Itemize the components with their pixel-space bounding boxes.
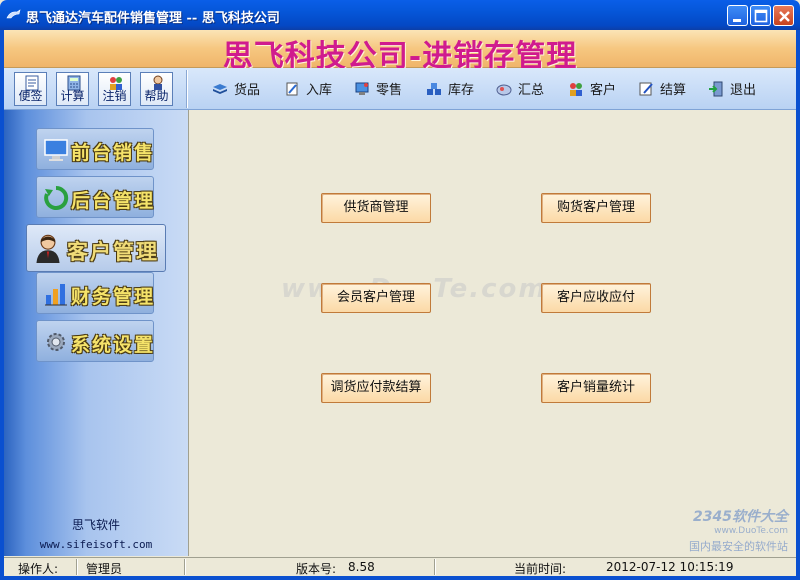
sidebar-item-label: 系统设置	[71, 334, 156, 356]
nav-goods-label: 货品	[234, 83, 261, 98]
gear-icon	[47, 333, 65, 351]
summary-icon	[496, 84, 512, 96]
nav-customer[interactable]: 客户	[568, 79, 616, 99]
status-divider	[76, 559, 78, 575]
nav-settlement-label: 结算	[660, 83, 687, 98]
book-icon	[213, 84, 227, 94]
monitor-icon	[44, 139, 68, 161]
retail-icon	[355, 82, 369, 95]
stock-in-icon	[286, 82, 298, 96]
calculator-button[interactable]: 计算	[56, 72, 89, 106]
corner-watermark-slogan: 国内最安全的软件站	[689, 540, 788, 553]
sidebar: 前台销售 后台管理 客户管理 财务管理 系统设置 思飞软件 www.sifeis…	[4, 110, 188, 556]
minimize-button[interactable]	[727, 5, 748, 26]
customer-receivable-payable-button[interactable]: 客户应收应付	[541, 283, 651, 313]
maximize-icon	[754, 9, 768, 23]
window-frame-right	[796, 30, 800, 580]
nav-stock-in-label: 入库	[306, 83, 333, 98]
version-label: 版本号:	[296, 562, 337, 576]
status-divider	[184, 559, 186, 575]
banner: 思飞科技公司-进销存管理	[4, 30, 796, 74]
version-value: 8.58	[348, 560, 375, 574]
sidebar-item-label: 财务管理	[71, 286, 156, 308]
window-title: 思飞通达汽车配件销售管理 -- 思飞科技公司	[26, 11, 280, 26]
sidebar-item-label: 客户管理	[67, 239, 159, 264]
toolbar-separator	[186, 70, 188, 108]
customer-icon	[570, 83, 582, 96]
nav-inventory[interactable]: 库存	[426, 79, 474, 99]
customer-sales-stats-button[interactable]: 客户销量统计	[541, 373, 651, 403]
app-icon	[6, 9, 21, 19]
maximize-button[interactable]	[750, 5, 771, 26]
person-icon	[36, 234, 60, 263]
operator-value: 管理员	[86, 562, 123, 576]
exit-icon	[709, 81, 723, 97]
sidebar-item-label: 前台销售	[71, 142, 156, 164]
nav-retail-label: 零售	[376, 83, 403, 98]
corner-watermark: 2345软件大全 www.DuoTe.com 国内最安全的软件站	[689, 506, 788, 554]
time-value: 2012-07-12 10:15:19	[606, 560, 734, 574]
note-label: 便签	[18, 89, 43, 103]
nav-settlement[interactable]: 结算	[638, 79, 686, 99]
note-button[interactable]: 便签	[14, 72, 47, 106]
nav-retail[interactable]: 零售	[354, 79, 402, 99]
help-button[interactable]: 帮助	[140, 72, 173, 106]
corner-watermark-url: www.DuoTe.com	[714, 526, 788, 536]
sidebar-footer-url[interactable]: www.sifeisoft.com	[4, 538, 188, 551]
recycle-icon	[44, 185, 69, 210]
bar-chart-icon	[45, 284, 67, 306]
sidebar-item-back-office[interactable]: 后台管理	[36, 176, 154, 218]
transfer-payable-settlement-button[interactable]: 调货应付款结算	[321, 373, 431, 403]
help-label: 帮助	[144, 89, 169, 103]
nav-exit[interactable]: 退出	[708, 79, 756, 99]
corner-watermark-brand: 2345软件大全	[693, 509, 788, 525]
toolbar: 便签 计算 注销 帮助 货品 入库 零售 库存 汇总 客户 结算 退出	[4, 68, 796, 110]
close-button[interactable]	[773, 5, 794, 26]
minimize-icon	[733, 19, 741, 22]
sidebar-item-system-settings[interactable]: 系统设置	[36, 320, 154, 362]
time-label: 当前时间:	[514, 562, 567, 576]
sidebar-item-label: 后台管理	[71, 190, 156, 212]
logout-label: 注销	[102, 89, 127, 103]
nav-inventory-label: 库存	[448, 83, 475, 98]
settlement-icon	[639, 82, 653, 96]
operator-label: 操作人:	[18, 562, 59, 576]
sidebar-footer-name: 思飞软件	[71, 518, 120, 532]
inventory-icon	[427, 83, 441, 95]
supplier-management-button[interactable]: 供货商管理	[321, 193, 431, 223]
title-bar: 思飞通达汽车配件销售管理 -- 思飞科技公司	[0, 0, 800, 30]
member-customer-management-button[interactable]: 会员客户管理	[321, 283, 431, 313]
nav-summary[interactable]: 汇总	[496, 79, 544, 99]
status-divider	[434, 559, 436, 575]
status-bar: 操作人: 管理员 版本号: 8.58 当前时间: 2012-07-12 10:1…	[4, 557, 796, 576]
nav-customer-label: 客户	[590, 83, 617, 98]
sidebar-item-front-sales[interactable]: 前台销售	[36, 128, 154, 170]
nav-summary-label: 汇总	[518, 83, 545, 98]
nav-stock-in[interactable]: 入库	[284, 79, 332, 99]
nav-goods[interactable]: 货品	[212, 79, 260, 99]
calculator-label: 计算	[60, 89, 85, 103]
logout-button[interactable]: 注销	[98, 72, 131, 106]
main-panel: www.DuoTe.com 供货商管理 购货客户管理 会员客户管理 客户应收应付…	[188, 110, 796, 556]
nav-exit-label: 退出	[730, 83, 757, 98]
sidebar-item-customer-management[interactable]: 客户管理	[26, 224, 166, 272]
sidebar-item-finance[interactable]: 财务管理	[36, 272, 154, 314]
close-icon	[779, 11, 790, 22]
purchasing-customer-management-button[interactable]: 购货客户管理	[541, 193, 651, 223]
